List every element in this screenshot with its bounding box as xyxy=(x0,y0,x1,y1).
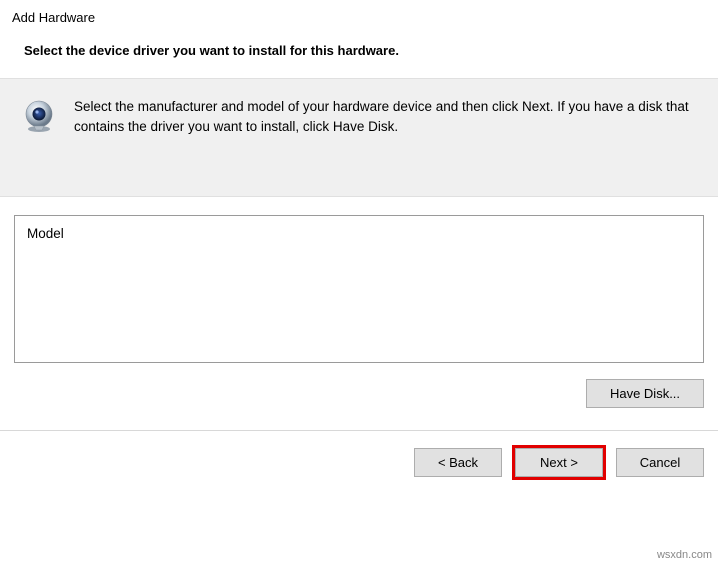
next-button-highlight: Next > xyxy=(512,445,606,480)
next-button[interactable]: Next > xyxy=(515,448,603,477)
info-text: Select the manufacturer and model of you… xyxy=(74,97,696,136)
wizard-footer: < Back Next > Cancel xyxy=(0,431,718,494)
cancel-button[interactable]: Cancel xyxy=(616,448,704,477)
back-button[interactable]: < Back xyxy=(414,448,502,477)
info-band: Select the manufacturer and model of you… xyxy=(0,78,718,197)
watermark: wsxdn.com xyxy=(657,549,712,561)
camera-icon xyxy=(22,97,56,136)
page-subtitle: Select the device driver you want to ins… xyxy=(24,43,706,58)
model-listbox[interactable]: Model xyxy=(14,215,704,363)
have-disk-button[interactable]: Have Disk... xyxy=(586,379,704,408)
window-title: Add Hardware xyxy=(12,10,706,25)
model-column-header: Model xyxy=(27,226,691,241)
